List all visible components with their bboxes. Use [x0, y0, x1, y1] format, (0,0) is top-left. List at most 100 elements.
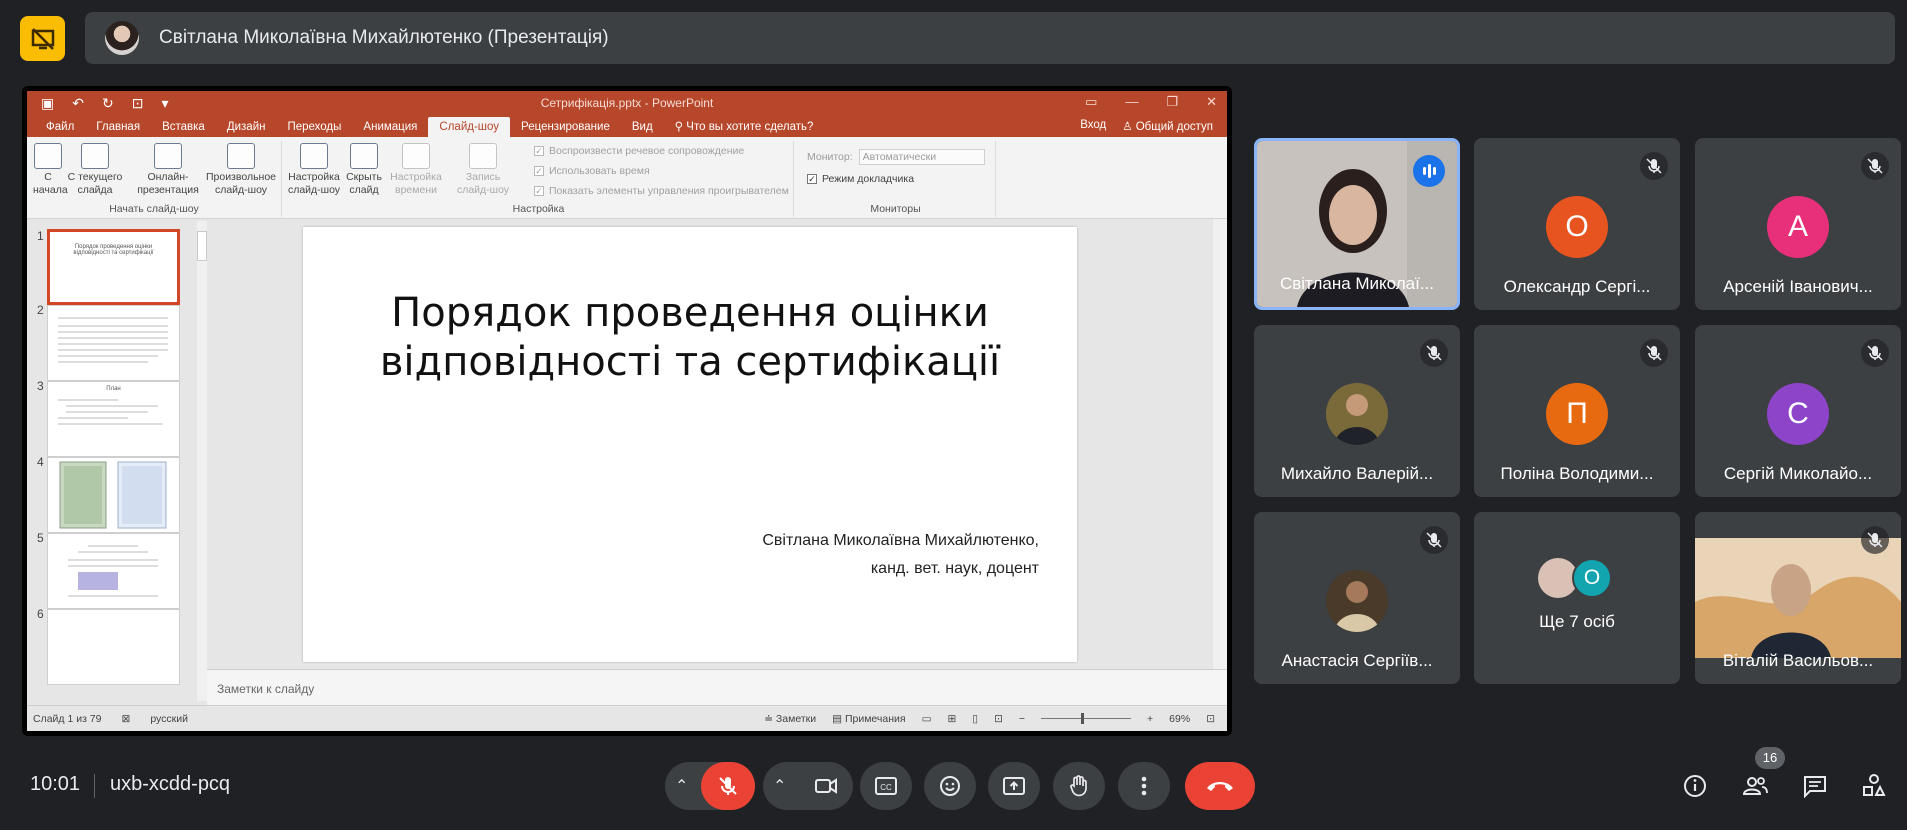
participant-tile[interactable]: Світлана Миколаї...	[1254, 138, 1460, 310]
participant-photo-image	[1326, 570, 1388, 632]
menu-insert[interactable]: Вставка	[151, 121, 216, 137]
meeting-details-button[interactable]	[1677, 768, 1713, 804]
participant-name: Михайло Валерій...	[1280, 464, 1434, 483]
thumbnail-scrollbar[interactable]	[197, 221, 207, 701]
zoom-slider[interactable]	[1041, 713, 1132, 724]
people-button[interactable]	[1737, 768, 1773, 804]
from-start-label: С начала	[33, 171, 68, 196]
presentation-stop-icon[interactable]	[20, 16, 65, 61]
ribbon-display-icon[interactable]: ▭	[1085, 94, 1097, 110]
menu-file[interactable]: Файл	[35, 121, 85, 137]
mic-control: ⌃	[665, 762, 755, 810]
slide-thumbnail-1[interactable]: Порядок проведення оцінки відповідності …	[47, 229, 180, 305]
notes-toggle[interactable]: ≐ Заметки	[764, 713, 816, 725]
slide-thumbnail-3[interactable]: План	[47, 381, 180, 457]
zoom-in-icon[interactable]: +	[1147, 713, 1153, 725]
chevron-up-icon[interactable]: ⌃	[773, 776, 786, 796]
presenter-title: Світлана Миколаївна Михайлютенко (Презен…	[159, 27, 609, 48]
meeting-code[interactable]: uxb-xcdd-pcq	[110, 773, 230, 796]
rehearse-timings-button[interactable]: Настройка времени	[388, 143, 444, 197]
slide-thumbnail-4[interactable]	[47, 457, 180, 533]
participant-name: Олександр Сергі...	[1503, 277, 1651, 296]
participant-tile[interactable]: П Поліна Володими...	[1474, 325, 1680, 497]
presenter-view-checkbox[interactable]: ✓ Режим докладчика	[807, 173, 914, 185]
thumbnail-scroll-thumb[interactable]	[197, 231, 207, 261]
spellcheck-icon[interactable]: ⊠	[122, 713, 131, 725]
raise-hand-button[interactable]	[1053, 762, 1105, 810]
participant-tile[interactable]: А Арсеній Іванович...	[1695, 138, 1901, 310]
menu-review[interactable]: Рецензирование	[510, 121, 621, 137]
ppt-menu: Файл Главная Вставка Дизайн Переходы Ани…	[27, 115, 1227, 137]
more-options-button[interactable]	[1118, 762, 1170, 810]
play-narration-checkbox[interactable]: ✓ Воспроизвести речевое сопровождение	[534, 145, 744, 157]
setup-slideshow-button[interactable]: Настройка слайд-шоу	[286, 143, 342, 197]
sign-in-link[interactable]: Вход	[1080, 119, 1106, 133]
play-narration-check: ✓	[534, 146, 544, 156]
reading-view-icon[interactable]: ▯	[972, 713, 978, 725]
reactions-button[interactable]	[924, 762, 976, 810]
share-button[interactable]: ♙ Общий доступ	[1122, 119, 1213, 133]
participant-tile[interactable]: О Олександр Сергі...	[1474, 138, 1680, 310]
menu-animations[interactable]: Анимация	[352, 121, 428, 137]
chevron-up-icon[interactable]: ⌃	[675, 776, 688, 796]
online-presentation-button[interactable]: Онлайн-презентация	[135, 143, 201, 197]
minimize-icon[interactable]: —	[1125, 94, 1138, 110]
custom-slideshow-label: Произвольное слайд-шоу	[205, 171, 277, 196]
participant-tile[interactable]: С Сергій Миколайо...	[1695, 325, 1901, 497]
menu-transitions[interactable]: Переходы	[276, 121, 352, 137]
tell-me[interactable]: ⚲ Что вы хотите сделать?	[664, 119, 825, 137]
mic-toggle-button[interactable]	[701, 762, 755, 810]
use-timings-checkbox[interactable]: ✓ Использовать время	[534, 165, 650, 177]
leave-call-button[interactable]	[1185, 762, 1255, 810]
participant-tile[interactable]: Михайло Валерій...	[1254, 325, 1460, 497]
comments-toggle[interactable]: ▤ Примечания	[832, 713, 905, 725]
from-start-button[interactable]: С начала	[33, 143, 68, 197]
hide-slide-button[interactable]: Скрыть слайд	[344, 143, 384, 197]
chat-icon	[1804, 776, 1826, 798]
call-end-icon	[1207, 782, 1233, 791]
sorter-view-icon[interactable]: ⊞	[947, 713, 956, 725]
notes-pane[interactable]: Заметки к слайду	[207, 669, 1227, 705]
activities-button[interactable]	[1856, 768, 1892, 804]
captions-button[interactable]: CC	[860, 762, 912, 810]
participant-thumb-initial: О	[1572, 558, 1612, 598]
zoom-level[interactable]: 69%	[1169, 713, 1190, 725]
current-slide[interactable]: Порядок проведення оцінки відповідності …	[303, 227, 1077, 662]
record-slideshow-button[interactable]: Запись слайд-шоу	[448, 143, 518, 197]
participant-name: Віталій Васильов...	[1722, 651, 1874, 670]
participant-tile[interactable]: Віталій Васильов...	[1695, 512, 1901, 684]
slide-thumbnail-5[interactable]	[47, 533, 180, 609]
captions-icon: CC	[875, 777, 897, 795]
present-button[interactable]	[988, 762, 1040, 810]
menu-design[interactable]: Дизайн	[216, 121, 277, 137]
slide-author-block[interactable]: Світлана Миколаївна Михайлютенко, канд. …	[762, 527, 1039, 583]
camera-toggle-button[interactable]	[799, 762, 853, 810]
ppt-statusbar: Слайд 1 из 79 ⊠ русский ≐ Заметки ▤ Прим…	[27, 705, 1227, 731]
from-current-button[interactable]: С текущего слайда	[65, 143, 125, 197]
slide-scrollbar[interactable]	[1213, 219, 1227, 669]
custom-slideshow-button[interactable]: Произвольное слайд-шоу	[205, 143, 277, 197]
normal-view-icon[interactable]: ▭	[922, 713, 932, 725]
language[interactable]: русский	[150, 713, 188, 725]
close-icon[interactable]: ✕	[1206, 94, 1217, 110]
zoom-out-icon[interactable]: −	[1019, 713, 1025, 725]
slide-title[interactable]: Порядок проведення оцінки відповідності …	[333, 289, 1047, 387]
slide-thumbnail-6[interactable]	[47, 609, 180, 685]
more-participants-tile[interactable]: О Ще 7 осіб	[1474, 512, 1680, 684]
speaking-indicator-icon	[1413, 155, 1445, 187]
restore-icon[interactable]: ❐	[1166, 94, 1178, 110]
slideshow-view-icon[interactable]: ⊡	[994, 713, 1003, 725]
menu-home[interactable]: Главная	[85, 121, 151, 137]
slide-thumbnail-2[interactable]	[47, 305, 180, 381]
menu-view[interactable]: Вид	[621, 121, 664, 137]
hide-slide-label: Скрыть слайд	[346, 171, 382, 196]
thumbnail-pane[interactable]: 1 Порядок проведення оцінки відповідност…	[27, 219, 207, 705]
participant-tile[interactable]: Анастасія Сергіїв...	[1254, 512, 1460, 684]
monitor-select[interactable]: Монитор: Автоматически	[807, 149, 985, 165]
shapes-icon	[1863, 774, 1886, 796]
show-controls-checkbox[interactable]: ✓ Показать элементы управления проигрыват…	[534, 185, 789, 197]
chat-button[interactable]	[1797, 768, 1833, 804]
rehearse-timings-icon	[402, 143, 430, 169]
menu-slideshow[interactable]: Слайд-шоу	[428, 117, 511, 137]
fit-slide-icon[interactable]: ⊡	[1206, 713, 1215, 725]
